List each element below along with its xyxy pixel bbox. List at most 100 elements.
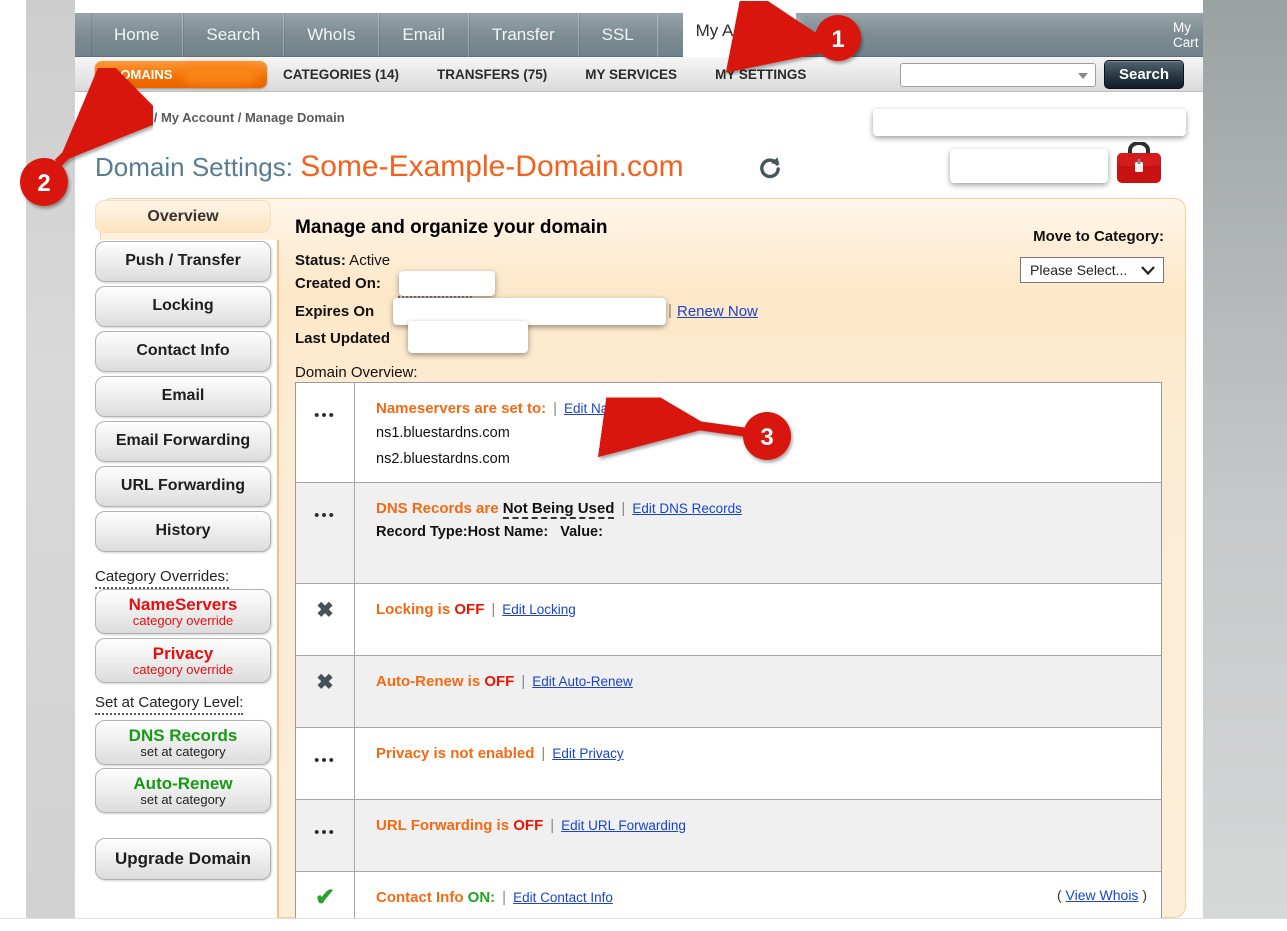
row-detail-line: Record Type:Host Name: Value: [376, 522, 1161, 542]
status-value: Active [346, 252, 390, 269]
tab-email[interactable]: Email [379, 13, 469, 57]
search-input[interactable] [905, 65, 1073, 85]
home-icon [95, 111, 106, 122]
cross-icon: ✖ [296, 656, 354, 695]
category-subtitle: set at category [140, 745, 225, 759]
row-title-segment: OFF [484, 673, 514, 690]
subnav-item-my-settings[interactable]: MY SETTINGS [715, 67, 806, 82]
row-content: Nameservers are set to:|Edit NameServers… [355, 383, 1161, 482]
row-title: URL Forwarding is OFF|Edit URL Forwardin… [376, 817, 1161, 834]
view-whois-link[interactable]: View Whois [1066, 887, 1139, 903]
row-title-segment: Auto-Renew is [376, 673, 484, 690]
row-detail-line: ns2.bluestardns.com [376, 449, 1161, 469]
category-select-value: Please Select... [1030, 262, 1127, 278]
edit-link-nameservers[interactable]: Edit NameServers [564, 401, 674, 416]
dots-icon: ••• [296, 800, 354, 841]
redaction-blur [183, 65, 257, 84]
sidebar-item-history[interactable]: History [95, 511, 271, 552]
view-whois: ( View Whois ) [1057, 887, 1147, 903]
edit-link-locking[interactable]: Edit Locking [502, 602, 576, 617]
row-title-segment: OFF [513, 817, 543, 834]
edit-link-auto-renew[interactable]: Edit Auto-Renew [532, 674, 633, 689]
tab-my-account[interactable]: My Account [683, 8, 796, 57]
renew-now-link[interactable]: Renew Now [677, 303, 758, 320]
row-content: Auto-Renew is OFF|Edit Auto-Renew [355, 656, 1161, 727]
sidebar-item-dns-records-category[interactable]: DNS Recordsset at category [95, 720, 271, 765]
last-updated-label: Last Updated [295, 330, 390, 347]
subnav-item-domains[interactable]: DOMAINS [95, 61, 267, 88]
dots-icon: ••• [296, 383, 354, 424]
row-title-segment: Contact Info [376, 889, 468, 906]
overview-row-privacy: •••Privacy is not enabled|Edit Privacy [296, 727, 1161, 799]
sidebar-item-privacy-override[interactable]: Privacycategory override [95, 638, 271, 683]
separator: | [534, 745, 552, 762]
category-title: DNS Records [129, 727, 238, 745]
sub-nav: DOMAINS CATEGORIES (14) TRANSFERS (75) MY … [75, 57, 1203, 92]
overview-row-contact-info: ✔Contact Info ON:|Edit Contact Info( Vie… [296, 871, 1161, 925]
tab-whois[interactable]: WhoIs [284, 13, 379, 57]
chevron-down-icon[interactable] [1078, 73, 1088, 79]
row-title-segment: OFF [454, 601, 484, 618]
edit-link-contact-info[interactable]: Edit Contact Info [513, 890, 613, 905]
row-content: Privacy is not enabled|Edit Privacy [355, 728, 1161, 799]
tab-search[interactable]: Search [183, 13, 284, 57]
row-title-segment: Not Being Used [503, 500, 615, 519]
sidebar-item-push-transfer[interactable]: Push / Transfer [95, 241, 271, 282]
separator: | [514, 673, 532, 690]
breadcrumb-text: Home / My Account / Manage Domain [114, 110, 345, 125]
sidebar-item-nameservers-override[interactable]: NameServerscategory override [95, 589, 271, 634]
row-title-segment: Locking is [376, 601, 454, 618]
domain-manager-page: HomeSearchWhoIsEmailTransferSSL My Cart … [0, 0, 1287, 931]
row-content: URL Forwarding is OFF|Edit URL Forwardin… [355, 800, 1161, 871]
search-button[interactable]: Search [1104, 60, 1184, 89]
cross-icon: ✖ [296, 584, 354, 623]
redaction-blur [757, 19, 799, 45]
sidebar-divider [277, 240, 279, 918]
override-subtitle: category override [133, 614, 233, 628]
override-subtitle: category override [133, 663, 233, 677]
subnav-item-transfers[interactable]: TRANSFERS (75) [437, 67, 547, 82]
domain-overview-table: •••Nameservers are set to:|Edit NameServ… [295, 382, 1162, 926]
row-title-segment: Privacy is not enabled [376, 745, 534, 762]
redaction-box [950, 149, 1108, 183]
sidebar-item-auto-renew-category[interactable]: Auto-Renewset at category [95, 768, 271, 813]
sidebar-item-overview[interactable]: Overview [95, 200, 271, 233]
separator: | [495, 889, 513, 906]
tab-ssl[interactable]: SSL [579, 13, 658, 57]
sidebar-item-upgrade-domain[interactable]: Upgrade Domain [95, 838, 271, 880]
dots-icon: ••• [296, 728, 354, 769]
toolbox-icon[interactable] [1114, 142, 1164, 191]
edit-link-url-forwarding[interactable]: Edit URL Forwarding [561, 818, 686, 833]
edit-link-privacy[interactable]: Edit Privacy [552, 746, 623, 761]
subnav-item-my-services[interactable]: MY SERVICES [585, 67, 677, 82]
overview-row-dns-records: •••DNS Records are Not Being Used|Edit D… [296, 482, 1161, 583]
breadcrumb[interactable]: Home / My Account / Manage Domain [95, 110, 345, 125]
overview-row-auto-renew: ✖Auto-Renew is OFF|Edit Auto-Renew [296, 655, 1161, 727]
domains-label: DOMAINS [111, 67, 172, 82]
tab-home[interactable]: Home [91, 13, 183, 57]
sidebar-item-email[interactable]: Email [95, 376, 271, 417]
override-title: NameServers [129, 596, 238, 614]
redaction-box [399, 271, 495, 296]
redaction-box [873, 109, 1186, 136]
refresh-icon[interactable] [757, 156, 783, 187]
tab-transfer[interactable]: Transfer [469, 13, 579, 57]
row-title-segment: URL Forwarding is [376, 817, 513, 834]
row-title: Nameservers are set to:|Edit NameServers [376, 400, 1161, 417]
sidebar-item-contact-info[interactable]: Contact Info [95, 331, 271, 372]
separator: | [614, 500, 632, 517]
edit-link-dns-records[interactable]: Edit DNS Records [632, 501, 742, 516]
set-at-category-label: Set at Category Level: [95, 694, 243, 711]
category-overrides-label: Category Overrides: [95, 568, 229, 585]
row-title-segment: Nameservers are set to: [376, 400, 546, 417]
subnav-item-categories[interactable]: CATEGORIES (14) [283, 67, 399, 82]
sidebar-item-locking[interactable]: Locking [95, 286, 271, 327]
category-select[interactable]: Please Select... [1020, 257, 1164, 283]
domain-search-combo[interactable] [900, 63, 1096, 87]
window-bottom-margin [0, 918, 1287, 931]
separator: | [668, 302, 672, 319]
sidebar-item-url-forwarding[interactable]: URL Forwarding [95, 466, 271, 507]
row-content: Locking is OFF|Edit Locking [355, 584, 1161, 655]
overview-row-url-forwarding: ••• URL Forwarding is OFF|Edit URL Forwar… [296, 799, 1161, 871]
sidebar-item-email-forwarding[interactable]: Email Forwarding [95, 421, 271, 462]
